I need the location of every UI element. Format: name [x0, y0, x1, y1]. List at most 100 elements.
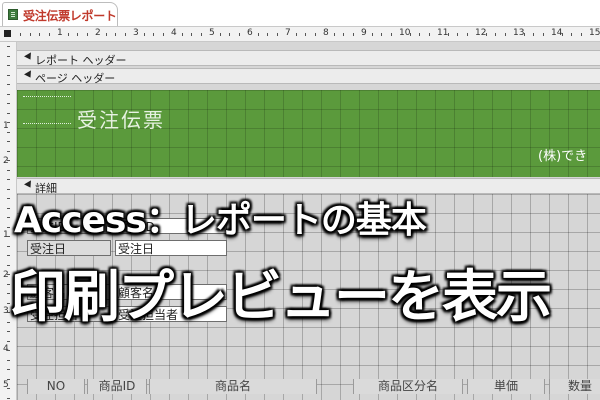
ruler-tick [7, 369, 10, 370]
ruler-tick [495, 33, 496, 36]
column-header-no[interactable]: NO [27, 379, 85, 394]
ruler-tick [67, 33, 69, 36]
hruler-num: 15 [589, 28, 600, 38]
ruler-tick [390, 33, 392, 36]
ruler-tick [29, 33, 31, 36]
ruler-tick [466, 33, 468, 36]
ruler-tick [305, 33, 306, 36]
ruler-tick [48, 33, 50, 36]
ruler-tick [153, 33, 154, 36]
ruler-tick [533, 33, 534, 36]
hruler-num: 3 [133, 28, 139, 38]
ruler-tick [229, 33, 230, 36]
ruler-tick [39, 33, 40, 36]
company-name-label[interactable]: (株)でき [538, 145, 587, 164]
vruler-num: 2 [3, 270, 9, 280]
ruler-tick [371, 33, 373, 36]
column-header-quantity[interactable]: 数量 [549, 379, 600, 394]
ruler-tick [7, 207, 10, 209]
ruler-tick [200, 33, 202, 36]
ruler-tick [124, 33, 126, 36]
ruler-tick [267, 33, 268, 36]
ruler-tick [314, 33, 316, 36]
page-header-band: 受注伝票 (株)でき [17, 90, 600, 177]
ruler-tick [542, 33, 544, 36]
report-title-label[interactable]: 受注伝票 [77, 104, 165, 133]
ruler-tick [7, 397, 10, 399]
selected-control-outline [23, 96, 71, 124]
ruler-tick [343, 33, 344, 36]
ruler-tick [181, 33, 183, 36]
report-selector-icon [4, 30, 11, 37]
hruler-num: 10 [399, 28, 411, 38]
hruler-num: 9 [361, 28, 367, 38]
ruler-tick [7, 150, 10, 152]
report-icon [8, 9, 18, 20]
ruler-tick [7, 340, 10, 342]
report-tab[interactable]: 受注伝票レポート [2, 2, 118, 26]
hruler-num: 5 [209, 28, 215, 38]
ruler-tick [7, 226, 10, 228]
ruler-tick [7, 169, 10, 171]
ruler-tick [7, 131, 10, 133]
ruler-tick [7, 65, 10, 66]
ruler-tick [352, 33, 354, 36]
ruler-tick [381, 33, 382, 36]
section-bar-report-header[interactable]: レポート ヘッダー [17, 50, 600, 67]
ruler-tick [7, 378, 10, 380]
section-label: レポート ヘッダー [35, 54, 127, 67]
hruler-num: 2 [95, 28, 101, 38]
ruler-tick [162, 33, 164, 36]
ruler-tick [143, 33, 145, 36]
ruler-tick [7, 141, 10, 142]
ruler-tick [86, 33, 88, 36]
ruler-tick [276, 33, 278, 36]
ruler-tick [105, 33, 107, 36]
ruler-tick [7, 236, 10, 237]
section-label: ページ ヘッダー [35, 72, 116, 85]
report-selector[interactable] [0, 27, 16, 41]
ruler-tick [419, 33, 420, 36]
hruler-num: 11 [437, 28, 449, 38]
hruler-num: 13 [513, 28, 525, 38]
section-bar-page-header[interactable]: ページ ヘッダー [17, 68, 600, 85]
banner-title-line2: 印刷プレビューを表示 [10, 265, 552, 330]
ruler-tick [7, 112, 10, 114]
ruler-tick [7, 103, 10, 104]
ruler-tick [7, 160, 10, 161]
hruler-num: 14 [551, 28, 563, 38]
ruler-tick [428, 33, 430, 36]
ruler-tick [7, 122, 10, 123]
ruler-tick [457, 33, 458, 36]
column-header-product-name[interactable]: 商品名 [149, 379, 317, 394]
hruler-num: 6 [247, 28, 253, 38]
ruler-tick [7, 55, 10, 57]
ruler-tick [191, 33, 192, 36]
hruler-num: 8 [323, 28, 329, 38]
hruler-num: 4 [171, 28, 177, 38]
ruler-tick [20, 33, 21, 36]
ruler-tick [7, 179, 10, 180]
hruler-num: 7 [285, 28, 291, 38]
ruler-tick [219, 33, 221, 36]
ruler-tick [257, 33, 259, 36]
ruler-tick [580, 33, 582, 36]
section-arrow-icon [24, 70, 34, 80]
vruler-num: 4 [3, 344, 9, 354]
vruler-num: 3 [3, 306, 9, 316]
ruler-tick [7, 84, 10, 85]
section-arrow-icon [24, 52, 34, 62]
column-header-unit-price[interactable]: 単価 [467, 379, 545, 394]
ruler-tick [7, 350, 10, 351]
ruler-tick [77, 33, 78, 36]
hruler-num: 1 [57, 28, 63, 38]
column-header-category[interactable]: 商品区分名 [353, 379, 463, 394]
column-header-product-id[interactable]: 商品ID [87, 379, 147, 394]
ruler-tick [7, 198, 10, 199]
ruler-tick [571, 33, 572, 36]
ruler-tick [7, 359, 10, 361]
hruler-num: 12 [475, 28, 487, 38]
vruler-num: 1 [3, 230, 9, 240]
banner-title-line1: Access：レポートの基本 [14, 200, 427, 241]
section-arrow-icon [24, 180, 34, 190]
